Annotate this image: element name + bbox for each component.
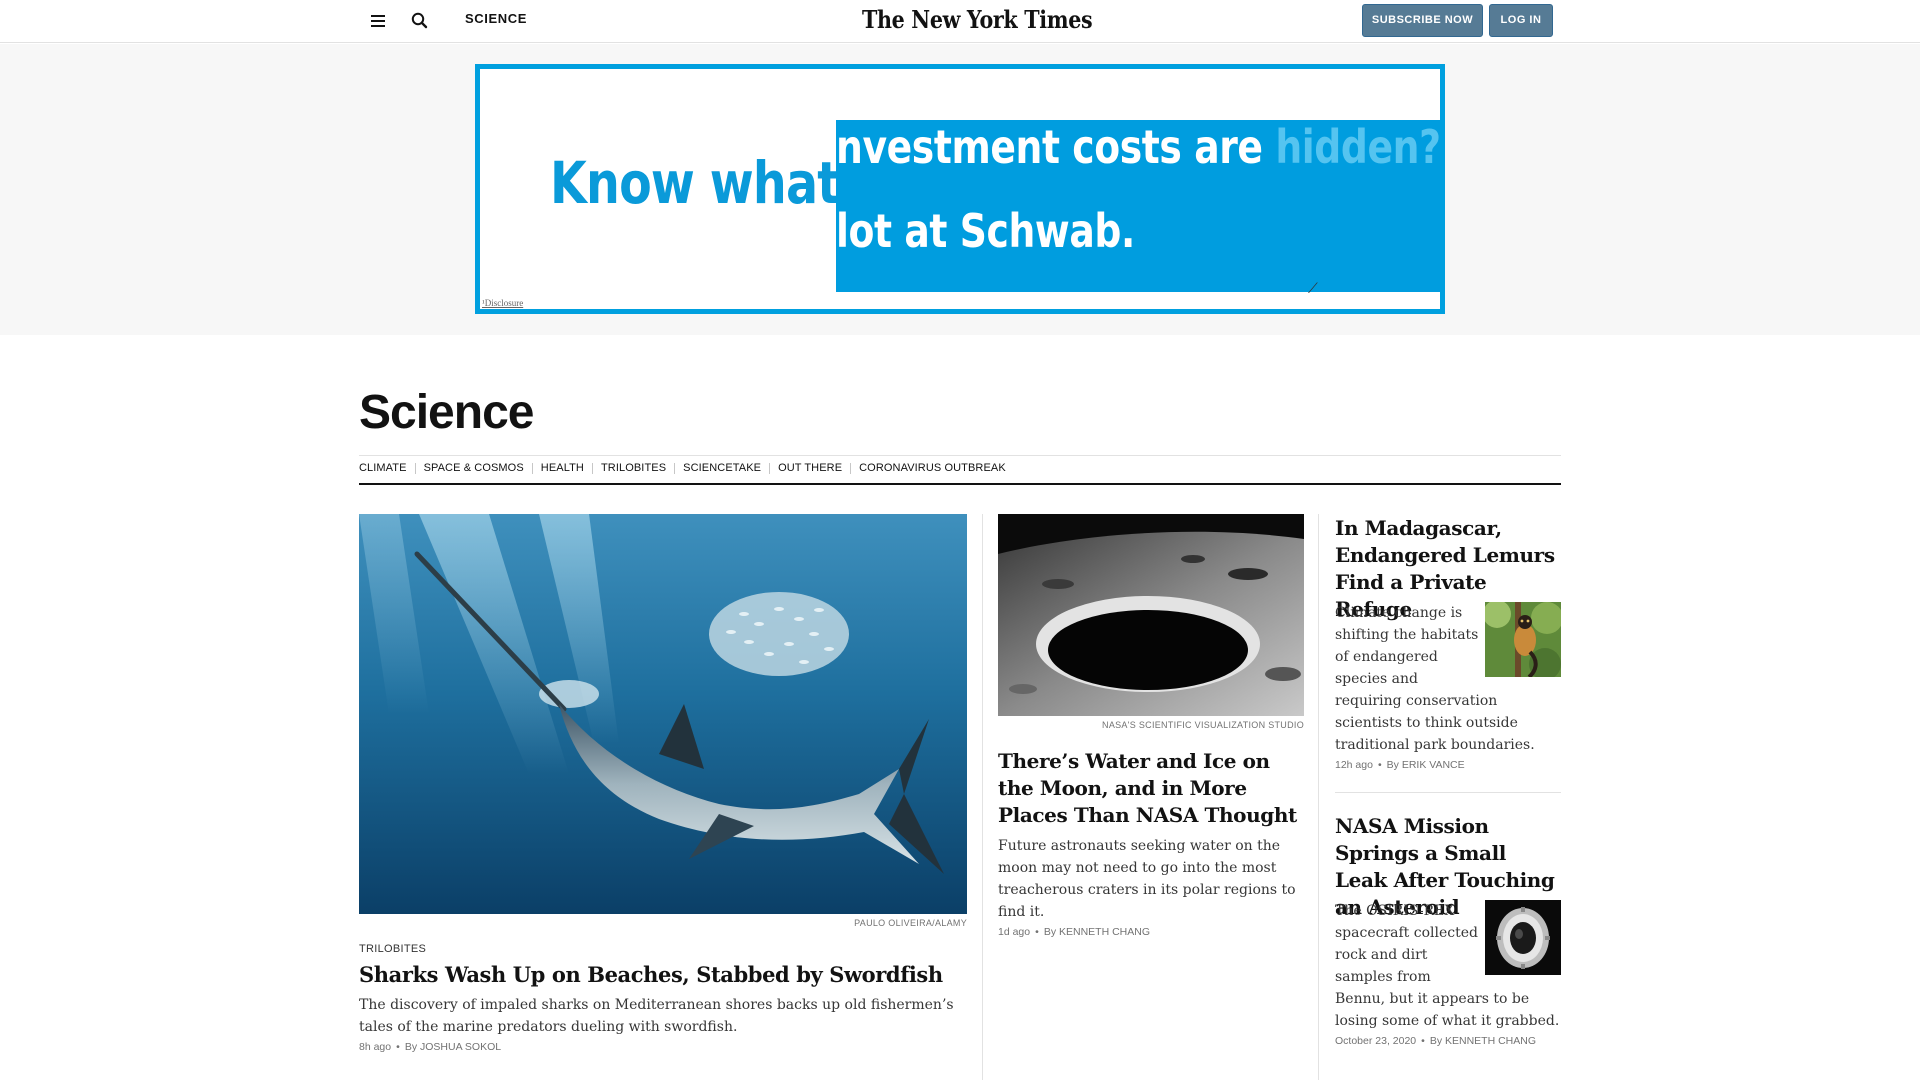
menu-icon[interactable]: [368, 11, 388, 31]
thumbnail-float-spacer: [1479, 602, 1561, 680]
story-divider: [1335, 792, 1561, 793]
top-bar: SCIENCE The New York Times SUBSCRIBE NOW…: [0, 0, 1920, 43]
section-subnav: CLIMATE SPACE & COSMOS HEALTH TRILOBITES…: [359, 462, 1006, 474]
nyt-logo[interactable]: The New York Times: [862, 5, 1093, 34]
meta-dot: •: [1035, 926, 1039, 938]
subnav-item-sciencetake[interactable]: SCIENCETAKE: [683, 462, 761, 474]
osiris-byline[interactable]: By KENNETH CHANG: [1430, 1035, 1536, 1047]
subnav-separator: [414, 462, 416, 474]
lead-timestamp: 8h ago: [359, 1041, 392, 1053]
osiris-timestamp: October 23, 2020: [1335, 1035, 1417, 1047]
lead-byline[interactable]: By JOSHUA SOKOL: [405, 1041, 501, 1053]
subnav-separator: [531, 462, 533, 474]
ad-line2-main: nvestment costs are: [836, 120, 1276, 174]
section-name-link[interactable]: SCIENCE: [465, 11, 527, 26]
lemurs-meta: 12h ago • By ERIK VANCE: [1335, 759, 1465, 771]
login-button[interactable]: LOG IN: [1489, 4, 1553, 37]
subnav-top-divider: [359, 455, 1561, 456]
column-divider: [1318, 514, 1319, 1080]
advertisement-banner[interactable]: Know what y nvestment costs are hidden? …: [475, 64, 1445, 314]
column-divider: [982, 514, 983, 1080]
subnav-item-coronavirus[interactable]: CORONAVIRUS OUTBREAK: [859, 462, 1006, 474]
subnav-item-trilobites[interactable]: TRILOBITES: [601, 462, 666, 474]
subnav-item-space-cosmos[interactable]: SPACE & COSMOS: [424, 462, 524, 474]
ad-line2-faded: hidden?: [1275, 120, 1441, 174]
moon-story-image[interactable]: [998, 514, 1304, 716]
page-title: Science: [359, 386, 534, 439]
subnav-separator: [674, 462, 676, 474]
moon-byline[interactable]: By KENNETH CHANG: [1044, 926, 1150, 938]
meta-dot: •: [1421, 1035, 1425, 1047]
thumbnail-float-spacer: [1479, 900, 1561, 978]
search-icon[interactable]: [409, 10, 431, 32]
ad-disclosure-link[interactable]: ¹Disclosure: [482, 298, 523, 308]
lead-image-credit: PAULO OLIVEIRA/ALAMY: [854, 918, 967, 928]
lead-kicker[interactable]: TRILOBITES: [359, 943, 426, 955]
subnav-item-climate[interactable]: CLIMATE: [359, 462, 407, 474]
moon-timestamp: 1d ago: [998, 926, 1031, 938]
subnav-item-out-there[interactable]: OUT THERE: [778, 462, 842, 474]
moon-meta: 1d ago • By KENNETH CHANG: [998, 926, 1150, 938]
subnav-separator: [850, 462, 852, 474]
subnav-separator: [769, 462, 771, 474]
ad-pen-mark-icon: ⟋: [1308, 282, 1318, 297]
subnav-bottom-divider: [359, 483, 1561, 485]
meta-dot: •: [1377, 759, 1382, 771]
ad-blue-panel: nvestment costs are hidden? lot at Schwa…: [836, 120, 1441, 292]
lead-headline[interactable]: Sharks Wash Up on Beaches, Stabbed by Sw…: [359, 962, 969, 988]
subnav-item-health[interactable]: HEALTH: [541, 462, 584, 474]
moon-summary: Future astronauts seeking water on the m…: [998, 838, 1296, 920]
subscribe-button[interactable]: SUBSCRIBE NOW: [1362, 4, 1483, 37]
ad-headline-line3: lot at Schwab.: [836, 204, 1135, 258]
lemurs-summary: Climate change is shifting the habitats …: [1335, 602, 1561, 756]
lemurs-timestamp: 12h ago: [1335, 759, 1373, 771]
lead-meta: 8h ago • By JOSHUA SOKOL: [359, 1041, 501, 1053]
osiris-meta: October 23, 2020 • By KENNETH CHANG: [1335, 1035, 1536, 1047]
ad-headline-line1: Know what y: [550, 149, 886, 217]
meta-dot: •: [396, 1041, 400, 1053]
osiris-summary: The OSIRIS-REX spacecraft collected rock…: [1335, 900, 1561, 1032]
subnav-separator: [591, 462, 593, 474]
lemurs-byline[interactable]: By ERIK VANCE: [1387, 759, 1465, 771]
lead-story-image[interactable]: [359, 514, 967, 914]
lead-summary: The discovery of impaled sharks on Medit…: [359, 997, 954, 1035]
moon-image-credit: NASA'S SCIENTIFIC VISUALIZATION STUDIO: [1102, 720, 1304, 730]
ad-headline-line2: nvestment costs are hidden?: [836, 120, 1441, 174]
moon-headline[interactable]: There’s Water and Ice on the Moon, and i…: [998, 748, 1308, 829]
